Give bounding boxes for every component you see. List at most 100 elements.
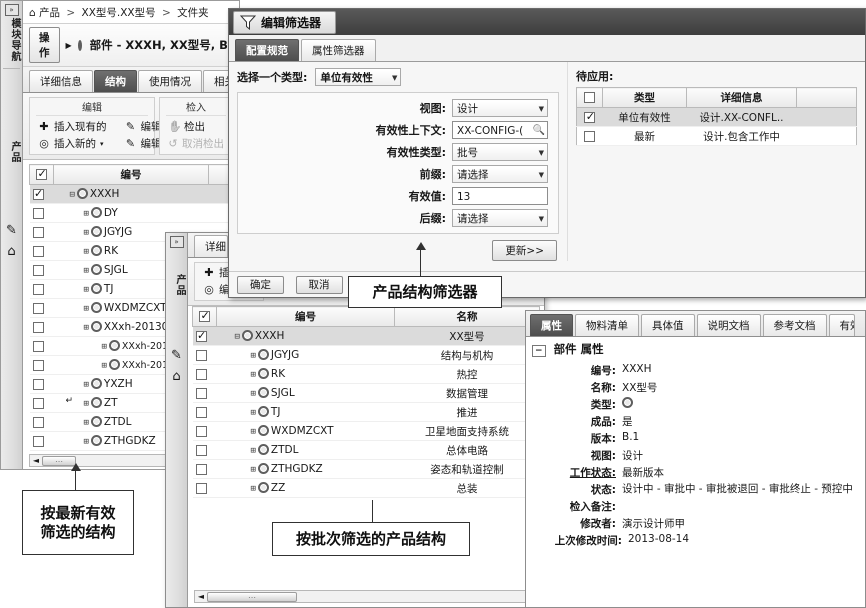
scroll-left-arrow[interactable]: ◄ <box>30 456 42 465</box>
row-checkbox-cell[interactable] <box>29 374 54 394</box>
row-checkbox-cell[interactable] <box>29 317 54 337</box>
expander-icon[interactable]: ⊞ <box>84 247 89 257</box>
insert-existing-button[interactable]: ✚ 插入现有的 <box>36 118 109 135</box>
type-select[interactable]: 单位有效性 <box>315 68 402 86</box>
row-checkbox[interactable] <box>32 321 44 333</box>
tab-description-docs[interactable]: 说明文档 <box>696 314 761 336</box>
table-row[interactable]: ⊞ DY <box>29 203 233 223</box>
expander-icon[interactable]: ⊞ <box>84 380 89 390</box>
search-icon[interactable]: 🔍 <box>533 123 545 139</box>
row-checkbox-cell[interactable] <box>29 184 54 204</box>
tab-details[interactable]: 详细 <box>194 235 228 257</box>
expander-icon[interactable]: ⊞ <box>251 427 256 437</box>
rail-expand-badge[interactable]: » <box>4 4 19 16</box>
expander-icon[interactable]: ⊞ <box>84 285 89 295</box>
expander-icon[interactable]: ⊞ <box>251 370 256 380</box>
column-header-detail[interactable]: 详细信息 <box>686 87 797 108</box>
tab-attributes[interactable]: 属性 <box>530 314 573 336</box>
rail-expand-badge[interactable]: » <box>169 236 184 248</box>
insert-new-button[interactable]: ◎ 插入新的 ▾ <box>36 135 109 152</box>
pin-icon[interactable]: ✎ <box>1 223 22 238</box>
table-row[interactable]: ⊞ SJGL 数据管理 <box>192 383 540 403</box>
row-checkbox-cell[interactable] <box>192 383 217 403</box>
row-checkbox-cell[interactable] <box>29 431 54 451</box>
expander-icon[interactable]: ⊞ <box>84 399 89 409</box>
home-icon[interactable]: ⌂ <box>29 7 36 19</box>
caret-right-icon[interactable]: ▶ <box>66 41 72 50</box>
expander-icon[interactable]: ⊞ <box>102 342 107 352</box>
expander-icon[interactable]: ⊞ <box>84 323 89 333</box>
update-button[interactable]: 更新>> <box>492 240 557 261</box>
row-checkbox[interactable] <box>195 463 207 475</box>
row-checkbox[interactable] <box>195 425 207 437</box>
chevron-down-icon[interactable]: ▾ <box>100 140 104 148</box>
expander-icon[interactable]: ⊞ <box>251 351 256 361</box>
rail-product-label[interactable]: 产品 <box>1 141 22 163</box>
undo-checkout-button[interactable]: ↺ 取消检出 <box>166 135 226 152</box>
row-checkbox[interactable] <box>584 110 596 123</box>
effectivity-type-select[interactable]: 批号 <box>452 143 548 161</box>
row-checkbox[interactable] <box>32 187 44 200</box>
expander-icon[interactable]: ⊞ <box>102 361 107 371</box>
row-checkbox[interactable] <box>32 283 44 295</box>
table-row[interactable]: ⊟ XXXH <box>29 184 233 204</box>
row-checkbox-cell[interactable] <box>192 478 217 498</box>
action-button[interactable]: 操作 <box>29 27 60 63</box>
column-header-type[interactable]: 类型 <box>602 87 687 108</box>
select-all-header[interactable] <box>192 306 217 327</box>
row-checkbox-cell[interactable] <box>192 326 217 346</box>
expander-icon[interactable]: ⊞ <box>84 418 89 428</box>
expander-icon[interactable]: ⊞ <box>251 465 256 475</box>
expander-icon[interactable]: ⊞ <box>84 266 89 276</box>
table-row[interactable]: ⊞ WXDMZCXT 卫星地面支持系统 <box>192 421 540 441</box>
select-all-header[interactable] <box>576 87 603 108</box>
cancel-button[interactable]: 取消 <box>295 276 343 294</box>
prefix-select[interactable]: 请选择 <box>452 165 548 183</box>
row-checkbox-cell[interactable] <box>29 241 54 261</box>
table-row[interactable]: ⊞ JGYJG 结构与机构 <box>192 345 540 365</box>
properties-section-header[interactable]: − 部件 属性 <box>526 337 865 360</box>
table-row[interactable]: ⊞ RK 热控 <box>192 364 540 384</box>
tab-config-spec[interactable]: 配置规范 <box>235 39 299 61</box>
table-row[interactable]: 单位有效性 设计.XX-CONFL.. <box>576 107 857 127</box>
row-checkbox[interactable] <box>32 397 44 409</box>
expander-icon[interactable]: ⊞ <box>251 446 256 456</box>
expander-icon[interactable]: ⊟ <box>235 332 240 342</box>
row-checkbox-cell[interactable] <box>29 279 54 299</box>
table-row[interactable]: ⊞ TJ 推进 <box>192 402 540 422</box>
row-checkbox[interactable] <box>32 207 44 219</box>
row-checkbox[interactable] <box>584 130 596 142</box>
row-checkbox-cell[interactable] <box>29 355 54 375</box>
row-checkbox-cell[interactable] <box>192 440 217 460</box>
row-checkbox[interactable] <box>195 368 207 380</box>
effectivity-value-input[interactable]: 13 <box>452 187 548 205</box>
expander-icon[interactable]: ⊞ <box>84 437 89 447</box>
row-checkbox-cell[interactable] <box>29 336 54 356</box>
table-row[interactable]: ⊟ XXXH XX型号 <box>192 326 540 346</box>
home-icon[interactable]: ⌂ <box>1 244 22 259</box>
column-header-number[interactable]: 编号 <box>53 164 209 185</box>
breadcrumb-item-2[interactable]: 文件夹 <box>177 7 209 19</box>
row-checkbox[interactable] <box>195 349 207 361</box>
row-checkbox[interactable] <box>32 264 44 276</box>
row-checkbox-cell[interactable] <box>29 222 54 242</box>
row-checkbox-cell[interactable] <box>29 412 54 432</box>
row-checkbox-cell[interactable] <box>192 345 217 365</box>
view-select[interactable]: 设计 <box>452 99 548 117</box>
tab-details[interactable]: 详细信息 <box>29 70 93 92</box>
row-checkbox-cell[interactable] <box>192 421 217 441</box>
effectivity-context-input[interactable]: XX-CONFIG-( 🔍 <box>452 121 548 139</box>
row-checkbox-cell[interactable] <box>192 402 217 422</box>
expander-icon[interactable]: ⊟ <box>70 190 75 200</box>
scroll-left-arrow[interactable]: ◄ <box>195 592 207 601</box>
row-checkbox[interactable] <box>195 444 207 456</box>
row-checkbox-cell[interactable] <box>29 203 54 223</box>
row-checkbox-cell[interactable] <box>192 364 217 384</box>
table-row[interactable]: ⊞ ZZ 总装 <box>192 478 540 498</box>
mid-window-hscrollbar[interactable]: ◄ ⋯ ► <box>194 590 538 603</box>
row-checkbox[interactable] <box>32 359 44 371</box>
row-checkbox[interactable] <box>32 435 44 447</box>
tab-usage[interactable]: 使用情况 <box>138 70 202 92</box>
select-all-checkbox[interactable] <box>199 309 210 322</box>
ok-button[interactable]: 确定 <box>237 276 284 294</box>
